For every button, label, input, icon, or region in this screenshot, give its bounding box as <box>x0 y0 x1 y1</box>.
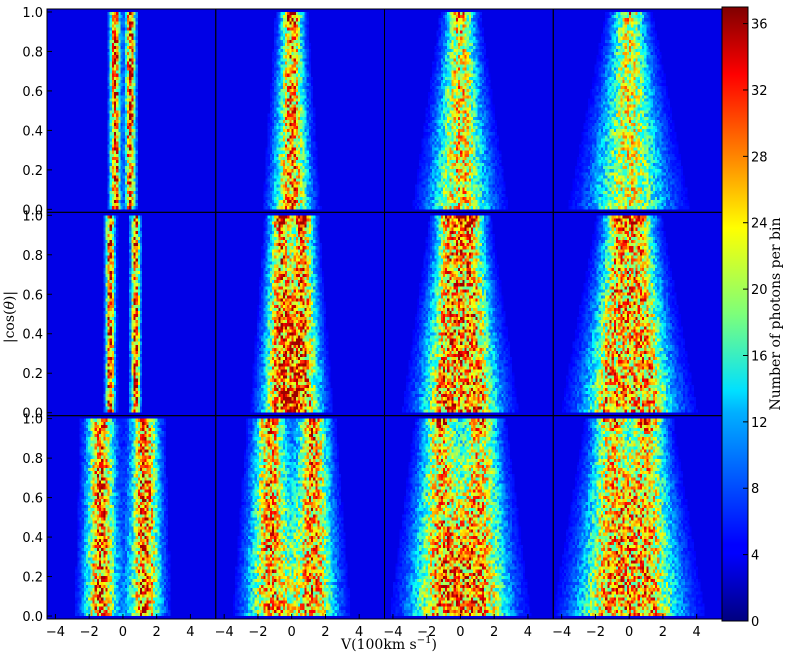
heatmap-panel-r1-c3 <box>553 212 722 416</box>
chart-figure: −4 −2 0 2 4 −4 −2 0 2 4 −4 −2 0 2 4 −4 −2 0 2 4 0.00.20.40.… <box>2 6 784 653</box>
x-tick-label: −2 <box>248 625 267 640</box>
x-tick-label: 0 <box>456 625 464 640</box>
x-tick-label: 2 <box>659 625 667 640</box>
colorbar-tick-label: 16 <box>751 349 768 364</box>
y-tick-label: 0.4 <box>22 531 43 546</box>
colorbar-tick-label: 20 <box>751 283 768 298</box>
y-tick-label: 1.0 <box>22 6 43 21</box>
heatmap-panel-r2-c0 <box>47 415 216 619</box>
x-tick-label: −4 <box>215 625 234 640</box>
colorbar-tick-label: 4 <box>751 549 759 564</box>
y-tick-label: 0.8 <box>22 45 43 60</box>
y-tick-label: 0.2 <box>22 367 43 382</box>
colorbar-label: Number of photons per bin <box>768 218 784 411</box>
y-tick-label: 0.4 <box>22 124 43 139</box>
x-tick-label: −2 <box>586 625 605 640</box>
y-tick-label: 0.2 <box>22 571 43 586</box>
heatmap-panel-r2-c1 <box>215 415 385 619</box>
colorbar-tick-label: 8 <box>751 482 759 497</box>
colorbar-tick-label: 28 <box>751 150 768 165</box>
x-tick-label: 4 <box>693 625 701 640</box>
heatmap-panel-r2-c3 <box>553 415 722 619</box>
x-tick-label: 2 <box>321 625 329 640</box>
colorbar-tick-label: 24 <box>751 217 768 232</box>
heatmap-panel-r1-c0 <box>47 212 216 416</box>
colorbar-tick-label: 32 <box>751 84 768 99</box>
y-tick-label: 1.0 <box>22 209 43 224</box>
heatmap-panel-r1-c2 <box>384 212 554 416</box>
heatmap-panel-r2-c2 <box>384 415 554 619</box>
y-tick-label: 0.8 <box>22 249 43 264</box>
x-tick-label: 0 <box>119 625 127 640</box>
x-tick-label: 4 <box>186 625 194 640</box>
heatmap-panel-r1-c1 <box>215 212 385 416</box>
x-tick-label: −4 <box>552 625 571 640</box>
colorbar <box>721 6 749 622</box>
y-tick-label: 0.0 <box>22 610 43 625</box>
y-tick-label: 0.6 <box>22 288 43 303</box>
x-tick-label: 0 <box>288 625 296 640</box>
x-tick-label: 4 <box>524 625 532 640</box>
y-tick-label: 1.0 <box>22 413 43 428</box>
x-axis-label: V(100km s−1) <box>340 635 437 653</box>
y-tick-label: 0.2 <box>22 164 43 179</box>
heatmap-panel-r0-c1 <box>215 9 385 213</box>
x-tick-label: −4 <box>46 625 65 640</box>
heatmap-panel-r0-c2 <box>384 9 554 213</box>
colorbar-tick-label: 0 <box>751 615 759 630</box>
colorbar-gradient <box>721 6 749 622</box>
x-tick-label: −2 <box>80 625 99 640</box>
y-tick-label: 0.6 <box>22 85 43 100</box>
y-tick-label: 0.8 <box>22 452 43 467</box>
y-axis-label: |cos(θ)| <box>2 291 18 343</box>
x-tick-label: 2 <box>490 625 498 640</box>
colorbar-tick-label: 12 <box>751 416 768 431</box>
heatmap-panel-r0-c3 <box>553 9 722 213</box>
y-tick-label: 0.6 <box>22 492 43 507</box>
colorbar-tick-label: 36 <box>751 18 768 33</box>
x-tick-label: 0 <box>625 625 633 640</box>
heatmap-panel-r0-c0 <box>47 9 216 213</box>
y-tick-label: 0.4 <box>22 328 43 343</box>
x-tick-label: 2 <box>153 625 161 640</box>
